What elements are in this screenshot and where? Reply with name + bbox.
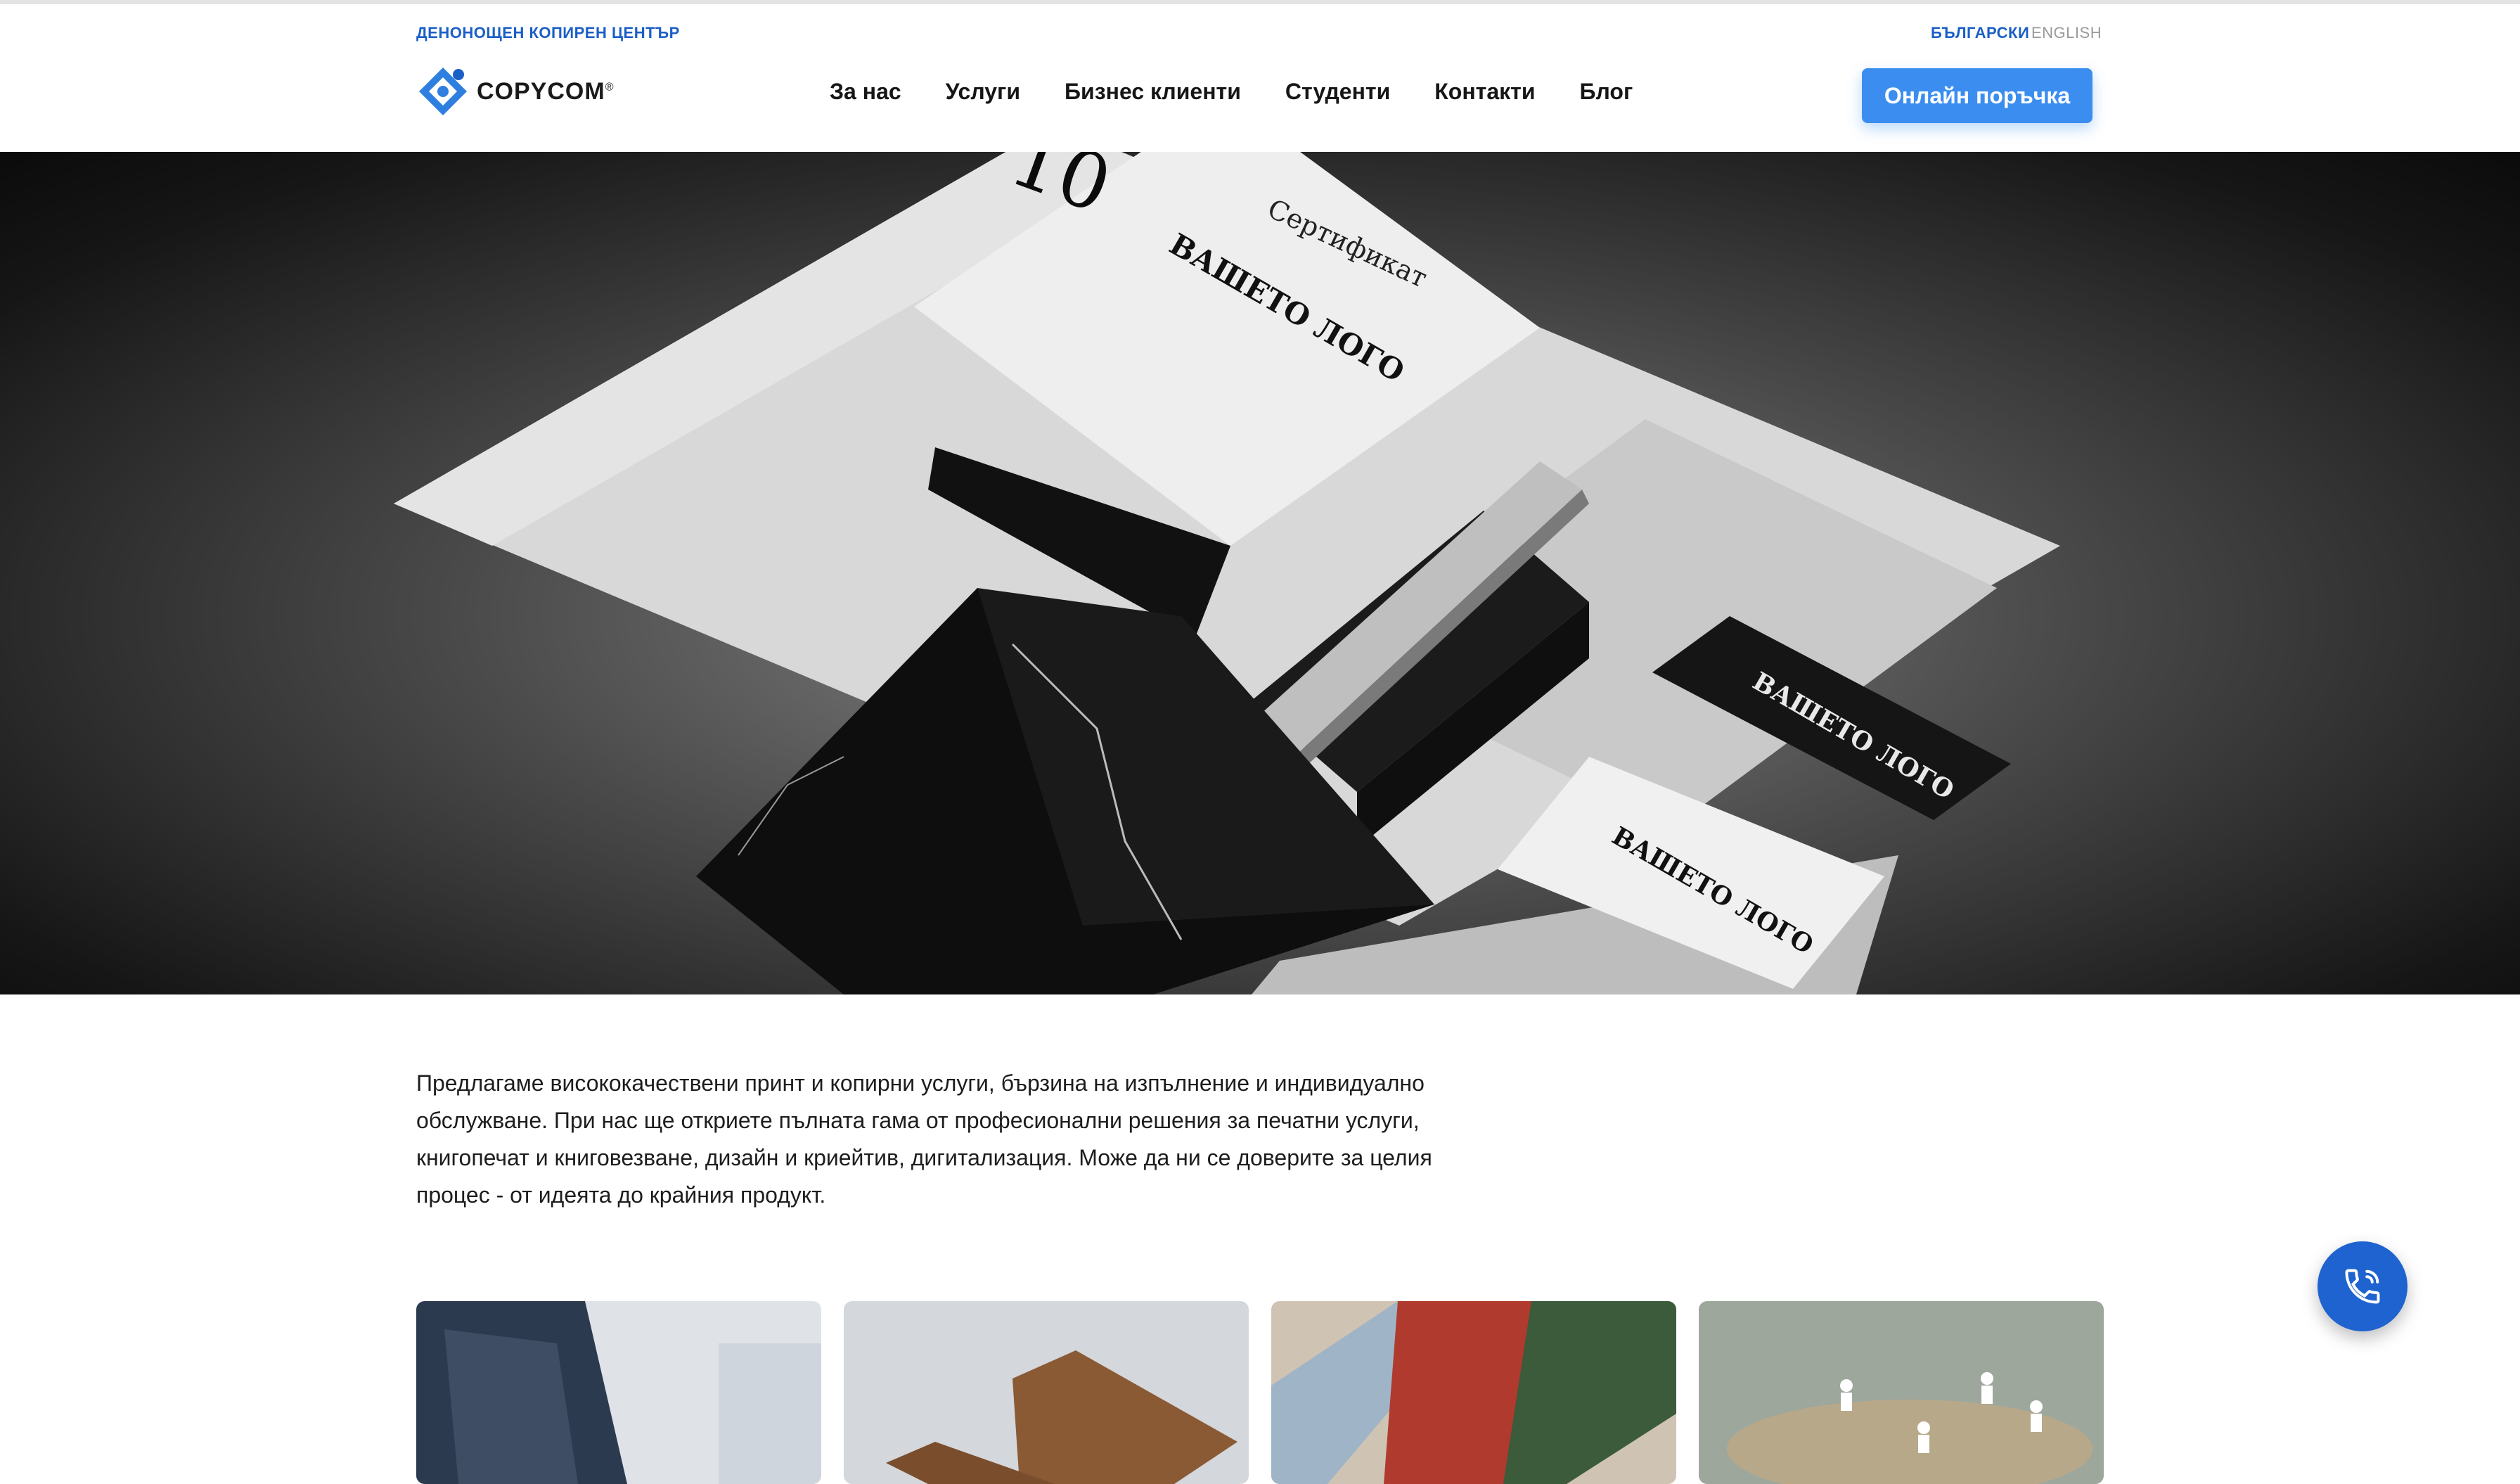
nav-blog[interactable]: Блог bbox=[1579, 79, 1633, 105]
nav-services[interactable]: Услуги bbox=[946, 79, 1020, 105]
photo-magazines-icon bbox=[1271, 1301, 1676, 1484]
lang-english[interactable]: ENGLISH bbox=[2031, 24, 2102, 42]
online-order-button[interactable]: Онлайн поръчка bbox=[1862, 68, 2092, 123]
photo-jacket-icon bbox=[416, 1301, 821, 1484]
service-card-4[interactable] bbox=[1699, 1301, 2104, 1484]
nav-about[interactable]: За нас bbox=[830, 79, 901, 105]
lang-bulgarian[interactable]: БЪЛГАРСКИ bbox=[1931, 24, 2029, 42]
phone-icon bbox=[2345, 1269, 2380, 1304]
service-card-3[interactable] bbox=[1271, 1301, 1676, 1484]
tagline: ДЕНОНОЩЕН КОПИРЕН ЦЕНТЪР bbox=[416, 24, 680, 41]
photo-network-people-icon bbox=[1699, 1301, 2104, 1484]
call-button[interactable] bbox=[2318, 1241, 2408, 1331]
logo-text: COPYCOM® bbox=[477, 77, 615, 105]
service-card-2[interactable] bbox=[844, 1301, 1249, 1484]
photo-business-cards-icon bbox=[844, 1301, 1249, 1484]
main-nav: За нас Услуги Бизнес клиенти Студенти Ко… bbox=[830, 79, 1677, 105]
nav-business-clients[interactable]: Бизнес клиенти bbox=[1065, 79, 1241, 105]
hero-image: Сертификат ВАШЕТО ЛОГО 10 ВАШЕТО ЛОГО ВА… bbox=[0, 152, 2520, 994]
stationery-mockup-illustration: Сертификат ВАШЕТО ЛОГО 10 ВАШЕТО ЛОГО ВА… bbox=[394, 152, 2060, 994]
nav-contacts[interactable]: Контакти bbox=[1434, 79, 1535, 105]
nav-students[interactable]: Студенти bbox=[1285, 79, 1390, 105]
top-border bbox=[0, 0, 2520, 4]
service-card-1[interactable] bbox=[416, 1301, 821, 1484]
site-logo[interactable]: COPYCOM® bbox=[416, 63, 614, 120]
copycom-logo-icon bbox=[419, 68, 467, 115]
intro-paragraph: Предлагаме висококачествени принт и копи… bbox=[416, 1070, 1432, 1208]
